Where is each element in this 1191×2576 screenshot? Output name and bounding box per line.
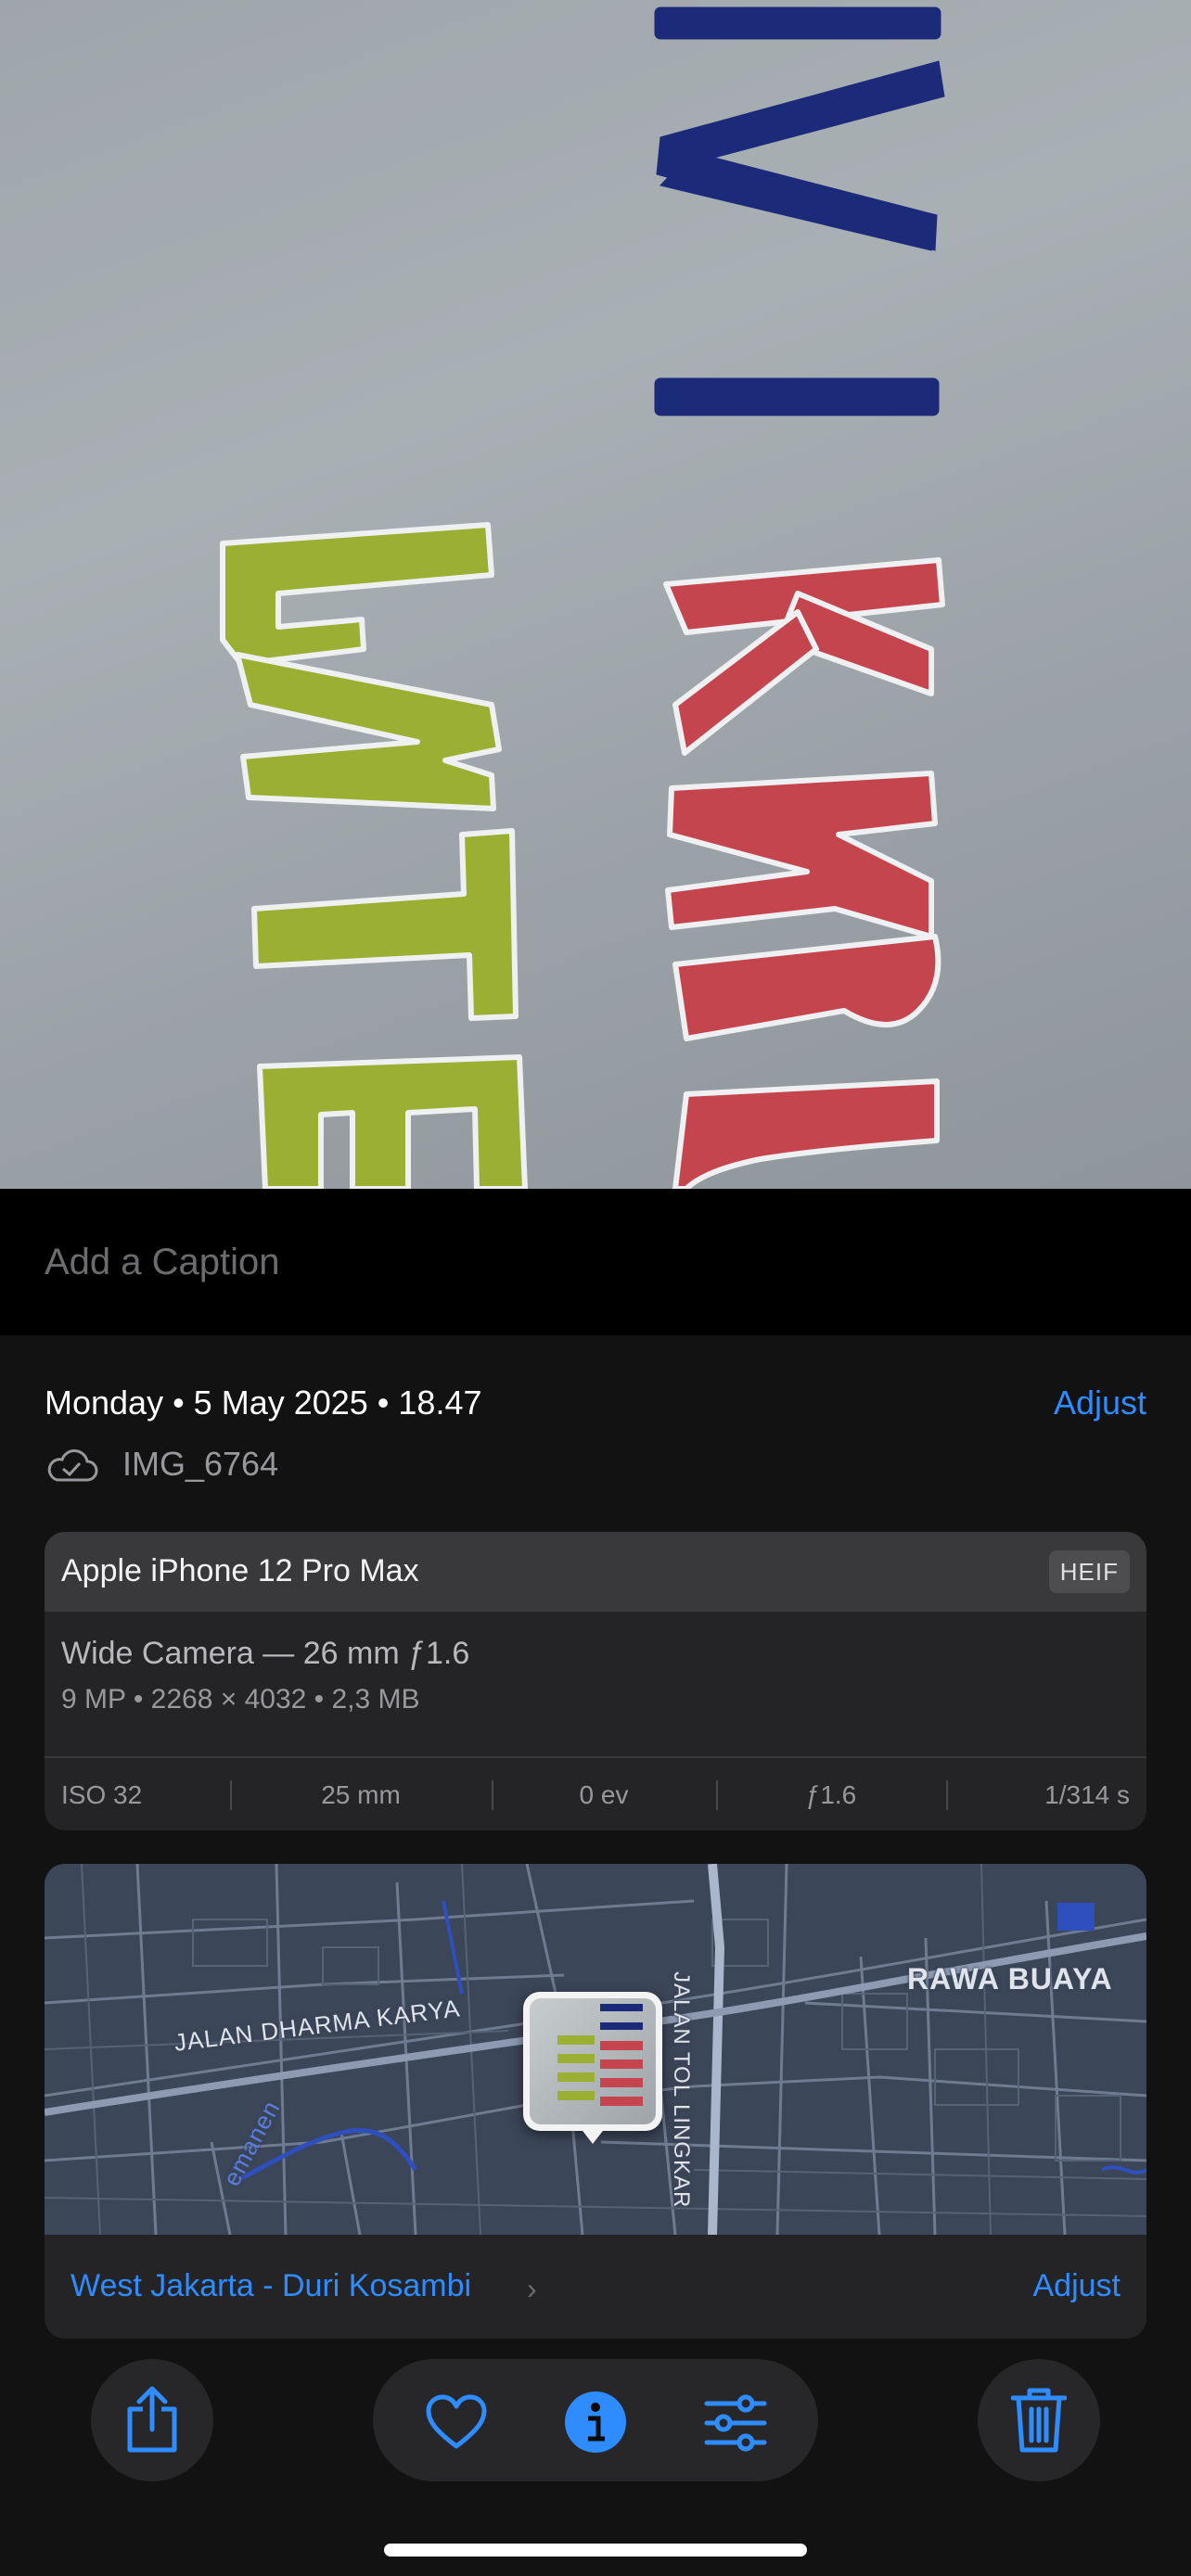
photo-viewer[interactable] (0, 0, 1191, 1189)
date-row: Monday • 5 May 2025 • 18.47 Adjust (45, 1384, 1146, 1430)
format-badge: HEIF (1048, 1550, 1130, 1593)
file-name: IMG_6764 (122, 1445, 279, 1483)
caption-bar (0, 1189, 1191, 1335)
photo-thumbnail (530, 1998, 656, 2124)
location-name-link[interactable]: West Jakarta - Duri Kosambi (70, 2268, 471, 2304)
chevron-right-icon: › (527, 2272, 537, 2305)
info-sheet: Monday • 5 May 2025 • 18.47 Adjust IMG_6… (0, 1335, 1191, 2576)
home-indicator[interactable] (384, 2544, 807, 2557)
camera-info-card: Apple iPhone 12 Pro Max HEIF Wide Camera… (45, 1532, 1146, 1830)
location-row: West Jakarta - Duri Kosambi › Adjust (45, 2235, 1146, 2339)
adjustments-icon[interactable] (703, 2394, 768, 2452)
photo-location-pin[interactable] (523, 1992, 662, 2144)
adjust-date-button[interactable]: Adjust (1054, 1384, 1146, 1422)
delete-button[interactable] (978, 2359, 1100, 2481)
exif-shutter-speed: 1/314 s (1044, 1780, 1130, 1809)
exif-iso: ISO 32 (61, 1780, 143, 1809)
exif-row: ISO 32 25 mm 0 ev ƒ1.6 1/314 s (45, 1756, 1146, 1830)
exif-focal-length: 25 mm (321, 1780, 401, 1809)
exif-aperture: ƒ1.6 (805, 1780, 857, 1809)
capture-date: Monday • 5 May 2025 • 18.47 (45, 1384, 482, 1422)
info-icon[interactable] (564, 2391, 627, 2454)
map-label-highway: JALAN TOL LINGKAR (669, 1971, 694, 2209)
location-card: RAWA BUAYA JALAN DHARMA KARYA JALAN TOL … (45, 1864, 1146, 2339)
exif-exposure-value: 0 ev (579, 1780, 629, 1809)
map-label-area: RAWA BUAYA (907, 1962, 1113, 1996)
share-button[interactable] (91, 2359, 213, 2481)
device-header: Apple iPhone 12 Pro Max HEIF (45, 1532, 1146, 1612)
map-view[interactable]: RAWA BUAYA JALAN DHARMA KARYA JALAN TOL … (45, 1864, 1146, 2235)
share-icon (127, 2386, 177, 2453)
image-specs: 9 MP • 2268 × 4032 • 2,3 MB (61, 1684, 420, 1715)
toolbar-center-group (373, 2359, 818, 2481)
heart-icon[interactable] (425, 2394, 488, 2450)
adjust-location-button[interactable]: Adjust (1033, 2268, 1121, 2304)
photo-image (220, 6, 945, 1189)
lens-info: Wide Camera — 26 mm ƒ1.6 (61, 1636, 470, 1671)
trash-icon (1011, 2388, 1067, 2453)
device-name: Apple iPhone 12 Pro Max (61, 1553, 419, 1588)
caption-input[interactable] (45, 1231, 1146, 1293)
pin-tail (580, 2127, 606, 2144)
icloud-icon (47, 1449, 98, 1482)
thumbnail-image (557, 2004, 643, 2106)
